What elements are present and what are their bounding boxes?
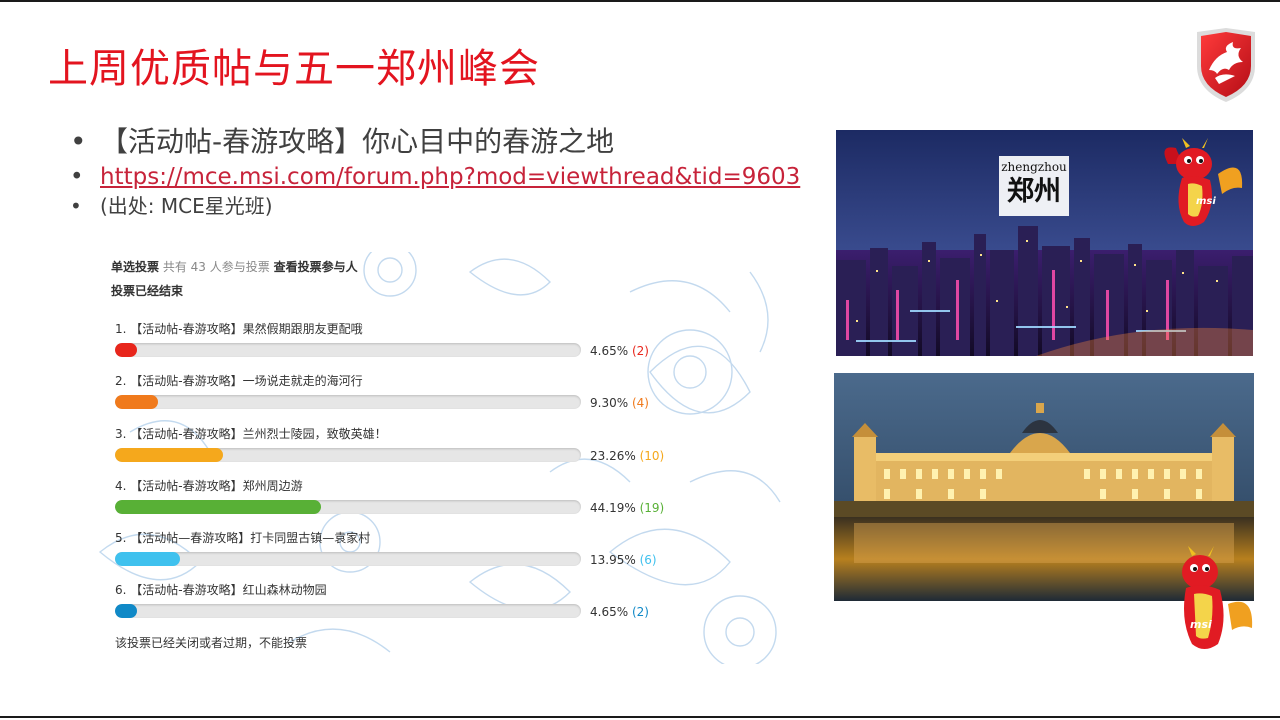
poll-option-percent: 23.26% bbox=[590, 449, 636, 463]
poll-option: 2. 【活动贴-春游攻略】一场说走就走的海河行 9.30% (4) bbox=[90, 372, 785, 424]
bullet-activity-title: 【活动帖-春游攻略】你心目中的春游之地 bbox=[70, 122, 800, 162]
poll-option-fill bbox=[115, 604, 137, 618]
poll-type-label: 单选投票 bbox=[111, 260, 160, 274]
poll-option-votes: (19) bbox=[639, 501, 665, 515]
poll-option-fill bbox=[115, 552, 180, 566]
slide-title: 上周优质帖与五一郑州峰会 bbox=[48, 46, 540, 92]
poll-option-fill bbox=[115, 448, 224, 462]
poll-option-percent: 44.19% bbox=[590, 501, 636, 515]
forum-thread-link[interactable]: https://mce.msi.com/forum.php?mod=viewth… bbox=[100, 164, 800, 190]
poll-option-votes: (6) bbox=[639, 553, 657, 567]
poll-closed-note: 该投票已经关闭或者过期，不能投票 bbox=[115, 636, 308, 650]
poll-option-votes: (2) bbox=[631, 344, 649, 358]
msi-dragon-mascot: msi bbox=[1164, 138, 1243, 226]
mascot-standing-brand-text: msi bbox=[1190, 618, 1212, 631]
view-voters-link[interactable]: 查看投票参与人 bbox=[274, 260, 358, 274]
poll-option-bar bbox=[115, 552, 581, 566]
poll-option-bar bbox=[115, 604, 581, 618]
poll-option-label: 6. 【活动帖-春游攻略】红山森林动物园 bbox=[115, 583, 327, 597]
poll-option-bar bbox=[115, 500, 581, 514]
poll-option-result: 13.95% (6) bbox=[590, 553, 657, 567]
slide-top-border bbox=[0, 0, 1280, 2]
poll-option-label: 3. 【活动帖-春游攻略】兰州烈士陵园，致敬英雄！ bbox=[115, 427, 387, 441]
poll-option-percent: 13.95% bbox=[590, 553, 636, 567]
poll-option-label: 4. 【活动帖-春游攻略】郑州周边游 bbox=[115, 479, 303, 493]
zhengzhou-skyline-photo: zhengzhou 郑州 msi bbox=[836, 130, 1253, 356]
poll-option-result: 4.65% (2) bbox=[590, 344, 649, 358]
poll-option: 1. 【活动帖-春游攻略】果然假期跟朋友更配哦 4.65% (2) bbox=[90, 320, 785, 372]
msi-dragon-logo bbox=[1197, 28, 1255, 102]
poll-option-fill bbox=[115, 343, 137, 357]
poll-option-result: 23.26% (10) bbox=[590, 449, 664, 463]
msi-dragon-mascot-standing: msi bbox=[1182, 546, 1253, 649]
poll-option: 3. 【活动帖-春游攻略】兰州烈士陵园，致敬英雄！ 23.26% (10) bbox=[90, 425, 785, 477]
poll-option: 4. 【活动帖-春游攻略】郑州周边游 44.19% (19) bbox=[90, 477, 785, 529]
poll-option-label: 1. 【活动帖-春游攻略】果然假期跟朋友更配哦 bbox=[115, 322, 363, 336]
poll-option-percent: 9.30% bbox=[590, 396, 629, 410]
city-sign-pinyin: zhengzhou bbox=[1001, 160, 1067, 174]
poll-option-result: 44.19% (19) bbox=[590, 501, 664, 515]
poll-option-percent: 4.65% bbox=[590, 605, 629, 619]
poll-header: 单选投票 共有 43 人参与投票 查看投票参与人 bbox=[111, 258, 358, 275]
bullet-list: 【活动帖-春游攻略】你心目中的春游之地 https://mce.msi.com/… bbox=[70, 122, 800, 220]
bullet-activity-title-text: 【活动帖-春游攻略】你心目中的春游之地 bbox=[100, 125, 615, 158]
poll-option-fill bbox=[115, 500, 321, 514]
poll-option-votes: (2) bbox=[631, 605, 649, 619]
poll-option: 6. 【活动帖-春游攻略】红山森林动物园 4.65% (2) bbox=[90, 581, 785, 633]
bullet-forum-link: https://mce.msi.com/forum.php?mod=viewth… bbox=[70, 162, 800, 192]
poll-option-bar bbox=[115, 395, 581, 409]
poll-participants: 共有 43 人参与投票 bbox=[162, 260, 270, 274]
poll-option-label: 5. 【活动帖—春游攻略】打卡同盟古镇—袁家村 bbox=[115, 531, 371, 545]
poll-option-result: 9.30% (4) bbox=[590, 396, 649, 410]
bullet-source-text: (出处: MCE星光班) bbox=[100, 194, 273, 218]
poll-option: 5. 【活动帖—春游攻略】打卡同盟古镇—袁家村 13.95% (6) bbox=[90, 529, 785, 581]
poll-option-fill bbox=[115, 395, 159, 409]
poll-option-bar bbox=[115, 448, 581, 462]
poll-closed-label: 投票已经结束 bbox=[111, 284, 184, 298]
city-sign-hanzi: 郑州 bbox=[1007, 176, 1061, 207]
poll-option-result: 4.65% (2) bbox=[590, 605, 649, 619]
poll-option-votes: (10) bbox=[639, 449, 665, 463]
slide-bottom-border bbox=[0, 716, 1280, 718]
poll-results-panel: 单选投票 共有 43 人参与投票 查看投票参与人 投票已经结束 1. 【活动帖-… bbox=[90, 252, 785, 664]
mascot-brand-text: msi bbox=[1196, 196, 1216, 207]
poll-option-label: 2. 【活动贴-春游攻略】一场说走就走的海河行 bbox=[115, 374, 363, 388]
poll-option-percent: 4.65% bbox=[590, 344, 629, 358]
zhengzhou-city-sign: zhengzhou 郑州 bbox=[999, 156, 1069, 216]
poll-option-bar bbox=[115, 343, 581, 357]
poll-option-votes: (4) bbox=[631, 396, 649, 410]
bullet-source: (出处: MCE星光班) bbox=[70, 192, 800, 220]
